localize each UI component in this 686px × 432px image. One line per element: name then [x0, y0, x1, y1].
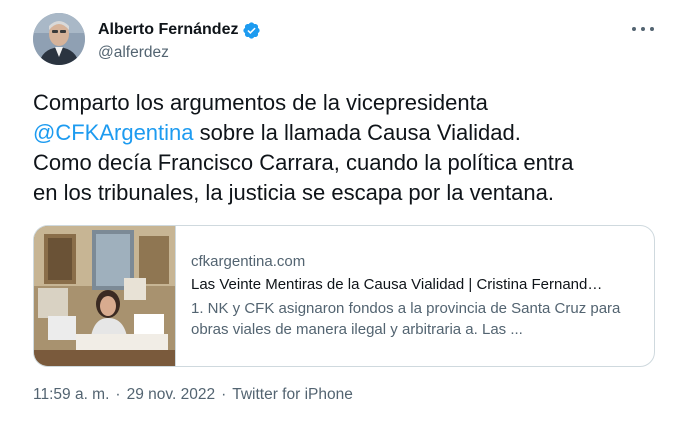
dot-icon	[632, 27, 636, 31]
name-row: Alberto Fernández	[98, 20, 261, 40]
verified-badge-icon	[242, 21, 261, 40]
more-options-icon[interactable]	[632, 22, 654, 36]
card-description: 1. NK y CFK asignaron fondos a la provin…	[191, 300, 621, 338]
tweet-time[interactable]: 11:59 a. m.	[33, 386, 109, 404]
card-thumbnail	[34, 226, 176, 366]
card-domain: cfkargentina.com	[191, 253, 306, 270]
tweet-meta: 11:59 a. m. · 29 nov. 2022 · Twitter for…	[33, 386, 353, 404]
meta-separator: ·	[115, 386, 121, 403]
avatar[interactable]	[33, 13, 85, 65]
tweet-text-part: Comparto los argumentos de la vicepresid…	[33, 90, 488, 115]
author-block: Alberto Fernández @alferdez	[98, 20, 261, 64]
tweet-source[interactable]: Twitter for iPhone	[232, 386, 353, 404]
card-title: Las Veinte Mentiras de la Causa Vialidad…	[191, 276, 603, 293]
meta-separator: ·	[221, 386, 227, 403]
dot-icon	[641, 27, 645, 31]
tweet-text: Comparto los argumentos de la vicepresid…	[33, 88, 673, 208]
author-handle[interactable]: @alferdez	[98, 44, 261, 64]
link-preview-card[interactable]: cfkargentina.com Las Veinte Mentiras de …	[33, 225, 655, 367]
dot-icon	[650, 27, 654, 31]
card-body: cfkargentina.com Las Veinte Mentiras de …	[176, 226, 654, 366]
author-display-name[interactable]: Alberto Fernández	[98, 21, 238, 39]
tweet-date[interactable]: 29 nov. 2022	[127, 386, 215, 404]
tweet: Alberto Fernández @alferdez Comparto los…	[0, 0, 686, 432]
mention-link[interactable]: @CFKArgentina	[33, 120, 194, 145]
